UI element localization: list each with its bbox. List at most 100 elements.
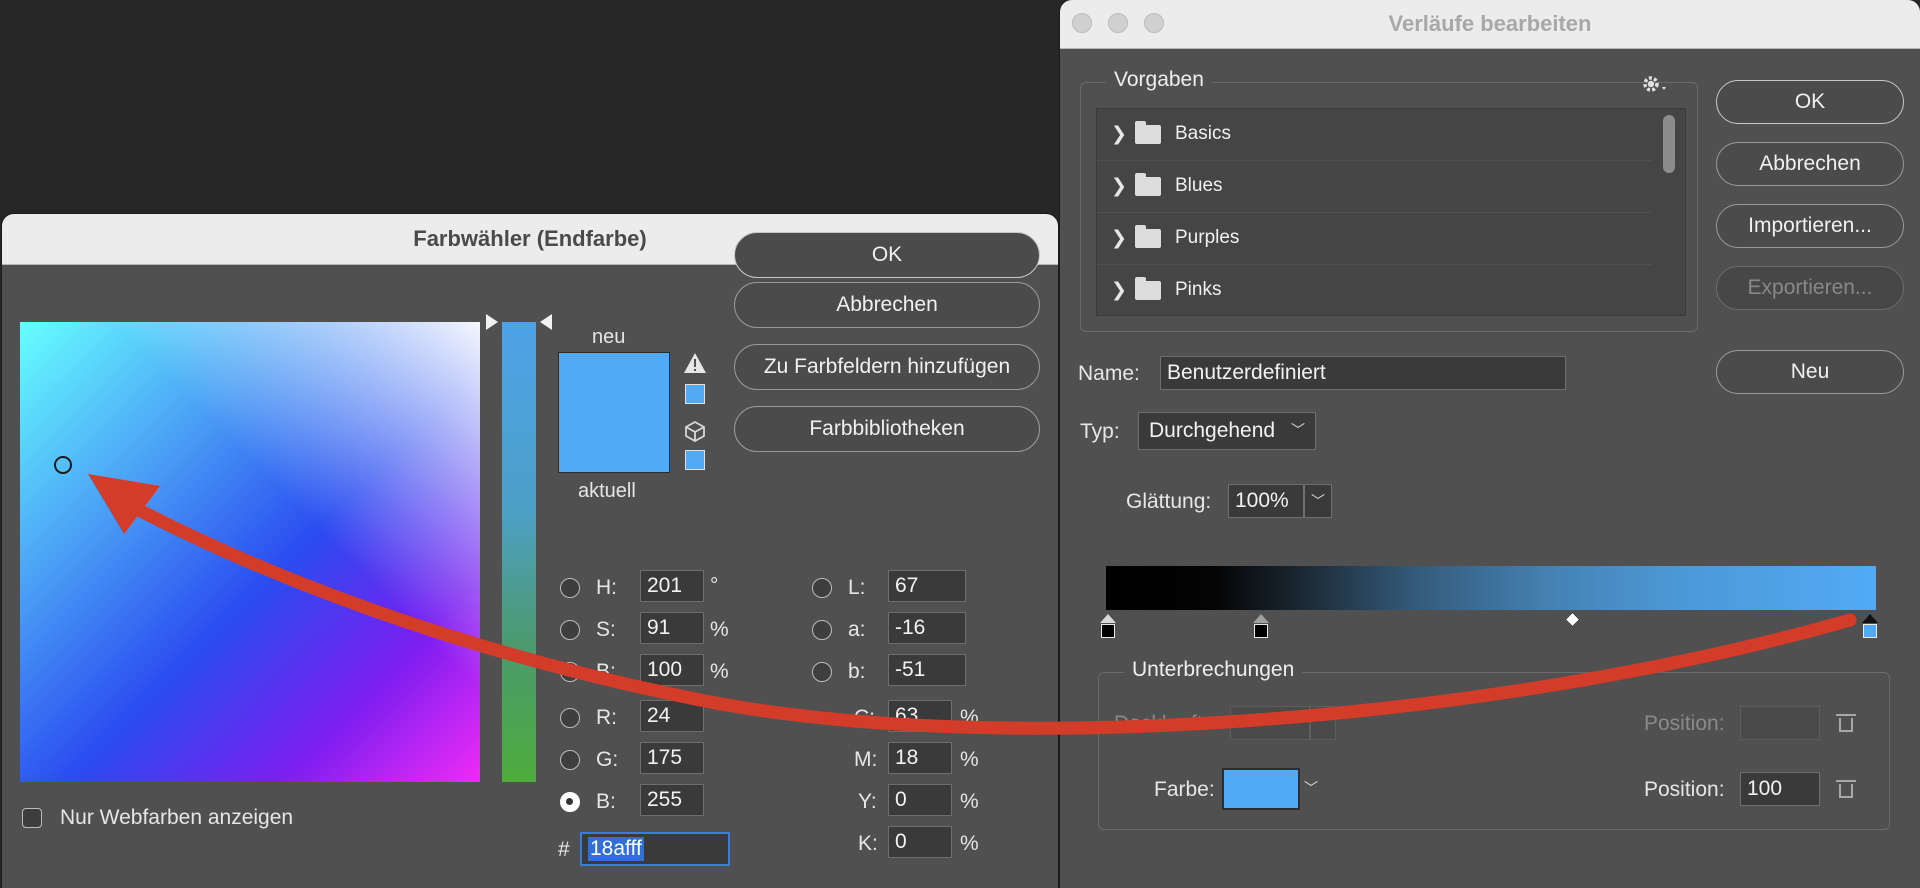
- preset-list: ❯ Basics ❯ Blues ❯ Purples ❯ Pinks: [1096, 108, 1686, 316]
- lab-a-field[interactable]: -16: [888, 612, 966, 644]
- yellow-field[interactable]: 0: [888, 784, 952, 816]
- gradient-editor-title-bar: Verläufe bearbeiten: [1060, 0, 1920, 49]
- opacity-dropdown-button[interactable]: ﹀: [1310, 706, 1336, 740]
- hue-slider-right-handle[interactable]: [540, 314, 552, 330]
- chevron-down-icon: ﹀: [1291, 422, 1305, 438]
- minimize-window-icon[interactable]: [1108, 13, 1128, 33]
- name-label: Name:: [1078, 362, 1140, 385]
- lab-b-field[interactable]: -51: [888, 654, 966, 686]
- color-picker-dialog: Farbwähler (Endfarbe) neu aktuell OK Abb…: [2, 214, 1058, 888]
- blue-field[interactable]: 255: [640, 784, 704, 816]
- magenta-unit: %: [960, 748, 979, 771]
- delete-opacity-stop-trash-icon[interactable]: [1836, 714, 1856, 732]
- black-field[interactable]: 0: [888, 826, 952, 858]
- gradient-preview-bar[interactable]: [1106, 566, 1876, 610]
- new-color-swatch: [558, 352, 670, 414]
- green-label: G:: [596, 748, 619, 771]
- lab-b-radio[interactable]: [812, 662, 832, 682]
- preset-folder-blues[interactable]: ❯ Blues: [1097, 161, 1652, 213]
- current-color-swatch[interactable]: [558, 412, 670, 473]
- chevron-right-icon[interactable]: ❯: [1111, 227, 1127, 250]
- gradient-type-select[interactable]: Durchgehend ﹀: [1138, 412, 1316, 450]
- blue-label: B:: [596, 790, 616, 813]
- hue-field[interactable]: 201: [640, 570, 704, 602]
- picker-ok-button[interactable]: OK: [734, 232, 1040, 278]
- current-color-label: aktuell: [578, 480, 636, 502]
- picker-title: Farbwähler (Endfarbe): [413, 226, 647, 251]
- black-unit: %: [960, 832, 979, 855]
- saturation-brightness-highlight: [20, 322, 480, 782]
- stops-title: Unterbrechungen: [1124, 658, 1303, 682]
- brightness-radio[interactable]: [560, 662, 580, 682]
- hex-field[interactable]: 18afff: [580, 832, 730, 866]
- hue-slider[interactable]: [502, 322, 536, 782]
- chevron-down-icon[interactable]: ﹀: [1304, 778, 1318, 798]
- close-window-icon[interactable]: [1072, 13, 1092, 33]
- color-position-input[interactable]: 100: [1740, 772, 1820, 806]
- saturation-radio[interactable]: [560, 620, 580, 640]
- lightness-radio[interactable]: [812, 578, 832, 598]
- gamut-correction-swatch[interactable]: [685, 384, 705, 404]
- preset-folder-label: Pinks: [1175, 279, 1222, 300]
- lab-a-radio[interactable]: [812, 620, 832, 640]
- green-field[interactable]: 175: [640, 742, 704, 774]
- hex-label: #: [558, 838, 570, 861]
- preset-folder-pinks[interactable]: ❯ Pinks: [1097, 265, 1652, 315]
- blue-radio[interactable]: [560, 792, 580, 812]
- color-stop-black-left[interactable]: [1101, 624, 1115, 638]
- red-radio[interactable]: [560, 708, 580, 728]
- zoom-window-icon[interactable]: [1144, 13, 1164, 33]
- preset-list-scrollbar[interactable]: [1663, 115, 1675, 173]
- delete-color-stop-trash-icon[interactable]: [1836, 780, 1856, 798]
- web-colors-only-checkbox[interactable]: [22, 808, 42, 828]
- smoothness-input[interactable]: 100%: [1228, 484, 1304, 518]
- saturation-unit: %: [710, 618, 729, 641]
- color-stop-blue-right[interactable]: [1863, 624, 1877, 638]
- preset-folder-basics[interactable]: ❯ Basics: [1097, 109, 1652, 161]
- brightness-field[interactable]: 100: [640, 654, 704, 686]
- gradient-cancel-button[interactable]: Abbrechen: [1716, 142, 1904, 186]
- lab-b-label: b:: [848, 660, 866, 683]
- chevron-right-icon[interactable]: ❯: [1111, 175, 1127, 198]
- green-radio[interactable]: [560, 750, 580, 770]
- gradient-ok-button[interactable]: OK: [1716, 80, 1904, 124]
- cyan-field[interactable]: 63: [888, 700, 952, 732]
- chevron-down-icon: ﹀: [1316, 715, 1330, 731]
- color-field-cursor[interactable]: [54, 456, 72, 474]
- color-libraries-button[interactable]: Farbbibliotheken: [734, 406, 1040, 452]
- folder-icon: [1135, 277, 1161, 300]
- saturation-label: S:: [596, 618, 616, 641]
- presets-gear-icon[interactable]: [1640, 72, 1674, 96]
- web-safe-cube-icon[interactable]: [684, 420, 706, 443]
- lab-a-label: a:: [848, 618, 866, 641]
- picker-cancel-button[interactable]: Abbrechen: [734, 282, 1040, 328]
- gradient-name-input[interactable]: Benutzerdefiniert: [1160, 356, 1566, 390]
- opacity-position-input[interactable]: [1740, 706, 1820, 740]
- lightness-field[interactable]: 67: [888, 570, 966, 602]
- new-color-label: neu: [592, 326, 626, 348]
- cyan-label: C:: [854, 706, 875, 729]
- stop-cap: [1862, 614, 1878, 623]
- chevron-right-icon[interactable]: ❯: [1111, 279, 1127, 302]
- presets-title: Vorgaben: [1106, 68, 1212, 92]
- color-position-label: Position:: [1644, 778, 1725, 801]
- import-button[interactable]: Importieren...: [1716, 204, 1904, 248]
- magenta-field[interactable]: 18: [888, 742, 952, 774]
- stop-color-swatch[interactable]: [1222, 768, 1300, 810]
- opacity-input[interactable]: [1230, 706, 1310, 740]
- new-gradient-button[interactable]: Neu: [1716, 350, 1904, 394]
- hue-slider-left-handle[interactable]: [486, 314, 498, 330]
- export-button[interactable]: Exportieren...: [1716, 266, 1904, 310]
- hue-radio[interactable]: [560, 578, 580, 598]
- preset-folder-purples[interactable]: ❯ Purples: [1097, 213, 1652, 265]
- out-of-gamut-warning-icon[interactable]: [683, 352, 707, 374]
- saturation-field[interactable]: 91: [640, 612, 704, 644]
- yellow-unit: %: [960, 790, 979, 813]
- web-safe-swatch[interactable]: [685, 450, 705, 470]
- color-stop-black-mid[interactable]: [1254, 624, 1268, 638]
- add-to-swatches-button[interactable]: Zu Farbfeldern hinzufügen: [734, 344, 1040, 390]
- red-field[interactable]: 24: [640, 700, 704, 732]
- chevron-right-icon[interactable]: ❯: [1111, 123, 1127, 146]
- smoothness-dropdown-button[interactable]: ﹀: [1304, 484, 1332, 518]
- opacity-label: Deckkraft:: [1114, 712, 1209, 735]
